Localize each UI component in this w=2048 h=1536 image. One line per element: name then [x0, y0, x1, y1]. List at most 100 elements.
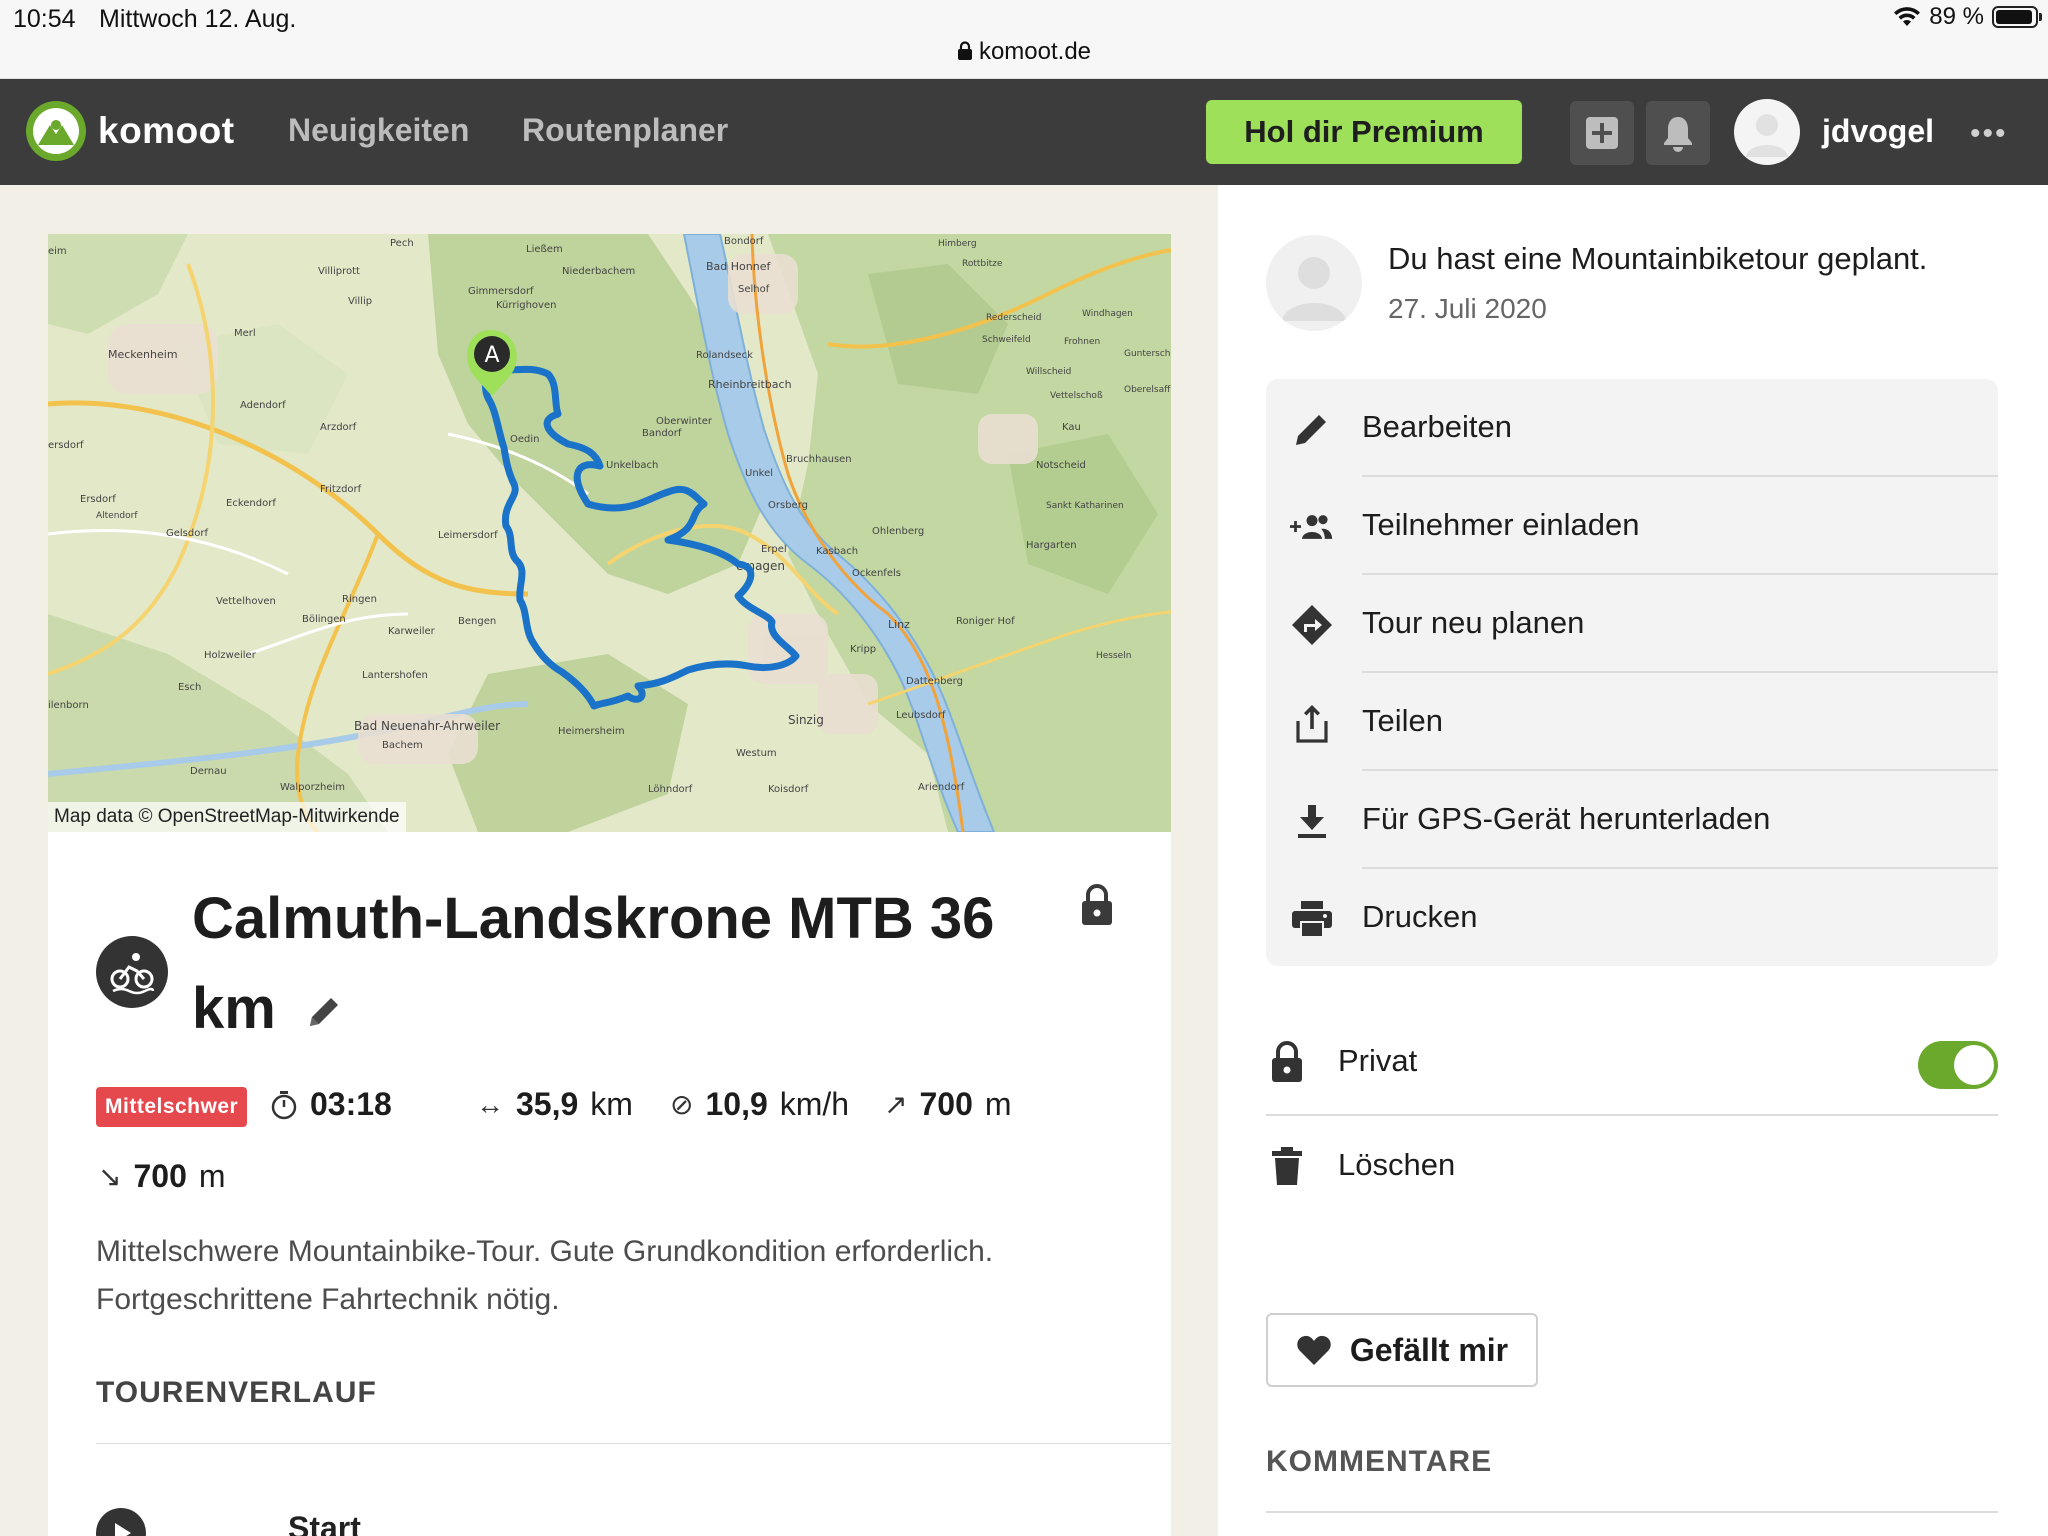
- action-invite[interactable]: Teilnehmer einladen: [1266, 477, 1998, 575]
- url-text: komoot.de: [978, 38, 1092, 65]
- svg-text:Lantershofen: Lantershofen: [362, 670, 428, 681]
- svg-text:Ariendorf: Ariendorf: [918, 782, 965, 793]
- svg-text:Ohlenberg: Ohlenberg: [872, 526, 924, 537]
- nav-link-routenplaner[interactable]: Routenplaner: [522, 112, 728, 149]
- comments-title: KOMMENTARE: [1266, 1445, 1493, 1478]
- toggle-knob: [1954, 1045, 1994, 1085]
- privacy-setting[interactable]: Privat: [1266, 1011, 1998, 1111]
- svg-text:Sankt Katharinen: Sankt Katharinen: [1046, 501, 1124, 511]
- like-label: Gefällt mir: [1349, 1331, 1509, 1368]
- svg-text:Löhndorf: Löhndorf: [648, 784, 693, 795]
- printer-icon: [1290, 899, 1334, 939]
- stat-speed: ⊘ 10,9 km/h: [670, 1086, 849, 1123]
- mtb-bike-icon: [110, 953, 155, 995]
- action-print[interactable]: Drucken: [1266, 869, 1998, 967]
- stat-speed-unit: km/h: [779, 1086, 850, 1122]
- svg-text:Leimersdorf: Leimersdorf: [438, 530, 498, 541]
- planner-avatar[interactable]: [1266, 235, 1362, 331]
- action-label: Für GPS-Gerät herunterladen: [1362, 801, 1771, 836]
- address-bar[interactable]: komoot.de: [0, 38, 2048, 66]
- privacy-label: Privat: [1338, 1043, 1418, 1078]
- stat-distance-unit: km: [590, 1086, 633, 1122]
- avatar-placeholder-icon: [1746, 114, 1788, 157]
- stat-downhill-unit: m: [198, 1158, 226, 1194]
- svg-text:Bachem: Bachem: [382, 740, 423, 751]
- edit-title-pencil-icon[interactable]: [304, 968, 344, 1058]
- status-right-group: 89 %: [1893, 3, 2042, 31]
- svg-text:Koisdorf: Koisdorf: [768, 784, 809, 795]
- svg-text:Ersdorf: Ersdorf: [80, 494, 116, 505]
- svg-text:Adendorf: Adendorf: [240, 400, 286, 411]
- ios-status-bar: 10:54 Mittwoch 12. Aug. 89 % komoot.de: [0, 0, 2048, 79]
- map-attribution[interactable]: Map data © OpenStreetMap-Mitwirkende: [48, 802, 406, 832]
- planned-date: 27. Juli 2020: [1388, 293, 1547, 324]
- action-label: Bearbeiten: [1362, 409, 1512, 444]
- action-edit[interactable]: Bearbeiten: [1266, 379, 1998, 477]
- svg-text:Hesseln: Hesseln: [1096, 651, 1131, 661]
- svg-text:Notscheid: Notscheid: [1036, 460, 1086, 471]
- svg-text:Bengen: Bengen: [458, 616, 496, 627]
- notifications-button[interactable]: [1646, 101, 1710, 165]
- komoot-logo[interactable]: komoot: [24, 99, 235, 163]
- svg-text:Willscheid: Willscheid: [1026, 367, 1071, 377]
- tour-map[interactable]: Meckenheim Bad Honnef Rheinbreitbach Rol…: [48, 234, 1171, 832]
- wifi-icon: [1894, 7, 1921, 26]
- premium-button[interactable]: Hol dir Premium: [1206, 100, 1522, 164]
- stat-uphill-value: 700: [919, 1086, 973, 1122]
- create-button[interactable]: [1570, 101, 1634, 165]
- stat-distance-value: 35,9: [516, 1086, 579, 1122]
- svg-text:Vettelschoß: Vettelschoß: [1050, 391, 1103, 401]
- svg-text:Kau: Kau: [1062, 422, 1081, 433]
- waypoint-start-label: Start: [288, 1510, 361, 1536]
- action-download-gps[interactable]: Für GPS-Gerät herunterladen: [1266, 771, 1998, 869]
- svg-text:Vettelhoven: Vettelhoven: [216, 596, 276, 607]
- nav-link-neuigkeiten[interactable]: Neuigkeiten: [288, 112, 469, 149]
- svg-text:Gimmersdorf: Gimmersdorf: [468, 286, 534, 297]
- svg-text:Windhagen: Windhagen: [1082, 309, 1133, 319]
- svg-text:Bruchhausen: Bruchhausen: [786, 454, 852, 465]
- like-button[interactable]: Gefällt mir: [1266, 1313, 1538, 1387]
- more-menu-icon[interactable]: •••: [1970, 117, 2008, 151]
- action-label: Tour neu planen: [1362, 605, 1585, 640]
- svg-text:Erpel: Erpel: [761, 544, 787, 555]
- invite-participants-icon: [1290, 507, 1334, 547]
- svg-text:A: A: [484, 343, 499, 368]
- status-time: 10:54: [13, 5, 76, 33]
- battery-percent: 89 %: [1929, 3, 1984, 30]
- svg-text:Ringen: Ringen: [342, 594, 377, 605]
- svg-text:Bölingen: Bölingen: [302, 614, 346, 625]
- section-title-tourenverlauf: TOURENVERLAUF: [96, 1376, 377, 1409]
- mountainbike-sport-icon: [96, 936, 168, 1008]
- battery-icon: [1992, 6, 2042, 28]
- share-icon: [1290, 703, 1334, 743]
- svg-text:Rolandseck: Rolandseck: [696, 350, 753, 361]
- private-lock-icon: [1080, 884, 1114, 931]
- svg-text:Gunterscheid: Gunterscheid: [1124, 349, 1171, 359]
- svg-text:Arzdorf: Arzdorf: [320, 422, 357, 433]
- section-divider: [96, 1443, 1171, 1444]
- delete-tour[interactable]: Löschen: [1266, 1115, 1998, 1215]
- svg-text:Gelsdorf: Gelsdorf: [166, 528, 208, 539]
- stat-speed-value: 10,9: [705, 1086, 768, 1122]
- status-date: Mittwoch 12. Aug.: [99, 5, 297, 33]
- plus-square-icon: [1586, 117, 1618, 149]
- svg-text:ilenborn: ilenborn: [48, 700, 89, 711]
- username[interactable]: jdvogel: [1822, 113, 1934, 150]
- svg-text:Kripp: Kripp: [850, 644, 876, 655]
- speed-icon: ⊘: [670, 1089, 694, 1120]
- comments-divider: [1266, 1511, 1998, 1513]
- user-avatar[interactable]: [1734, 99, 1800, 165]
- top-navigation: komoot Neuigkeiten Routenplaner Hol dir …: [0, 79, 2048, 185]
- svg-text:Dattenberg: Dattenberg: [906, 676, 963, 687]
- action-label: Drucken: [1362, 899, 1478, 934]
- stat-duration-value: 03:18: [310, 1086, 392, 1122]
- action-replan[interactable]: Tour neu planen: [1266, 575, 1998, 673]
- tour-actions-menu: Bearbeiten Teilnehmer einladen Tour neu …: [1266, 379, 1998, 966]
- svg-text:Oedin: Oedin: [510, 434, 540, 445]
- action-share[interactable]: Teilen: [1266, 673, 1998, 771]
- svg-text:Leubsdorf: Leubsdorf: [896, 710, 946, 721]
- bell-icon: [1664, 117, 1692, 152]
- svg-text:Kürrighoven: Kürrighoven: [496, 300, 556, 311]
- svg-text:Pech: Pech: [390, 238, 414, 249]
- privacy-toggle[interactable]: [1918, 1041, 1998, 1089]
